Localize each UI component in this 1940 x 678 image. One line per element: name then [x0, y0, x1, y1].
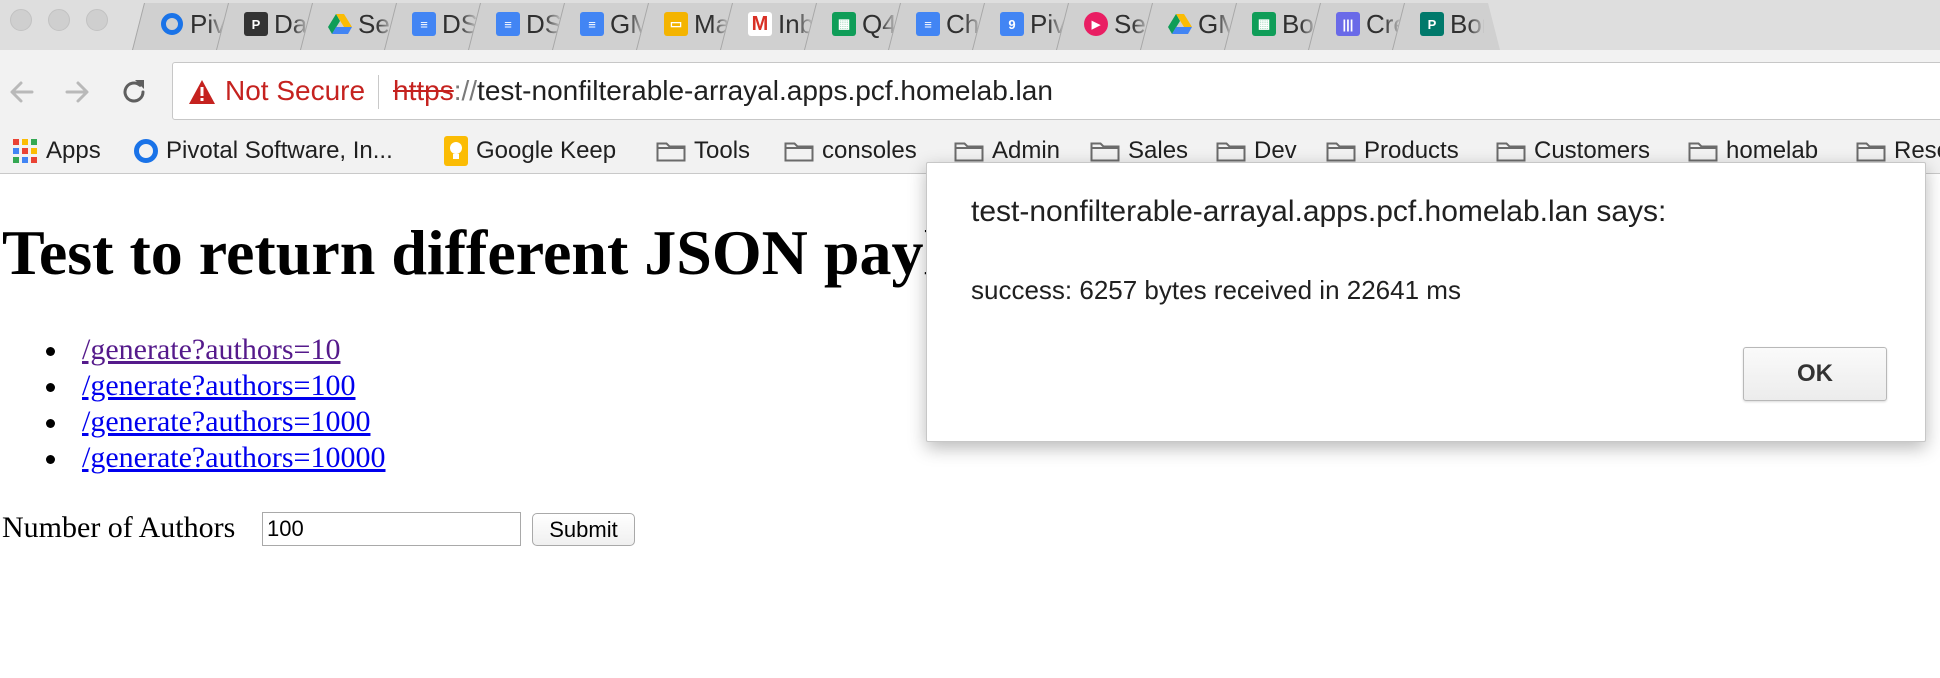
browser-tab[interactable]: PBon [1392, 0, 1500, 50]
folder-icon [1856, 140, 1886, 162]
submit-button[interactable]: Submit [532, 513, 635, 546]
warning-triangle-icon [189, 80, 215, 104]
browser-tab[interactable]: PDas [216, 0, 324, 50]
browser-tab[interactable]: ▦ Q4 [804, 0, 912, 50]
generate-link[interactable]: /generate?authors=100 [82, 368, 355, 404]
google-docs-icon: ≡ [916, 12, 940, 36]
url-text[interactable]: https://test-nonfilterable-arrayal.apps.… [393, 74, 1053, 108]
reload-button[interactable] [114, 72, 154, 112]
window-minimize-button[interactable] [48, 9, 70, 31]
window-close-button[interactable] [10, 9, 32, 31]
generate-link[interactable]: /generate?authors=1000 [82, 404, 370, 440]
ok-button[interactable]: OK [1743, 347, 1887, 401]
arrow-left-icon [10, 81, 34, 103]
tab-strip: PivPDasSea≡DSI≡DS(≡GM▭MaiMInb▦Q4≡Cha9Piv… [0, 0, 1940, 50]
folder-icon [1496, 140, 1526, 162]
dialog-title: test-nonfilterable-arrayal.apps.pcf.home… [971, 195, 1667, 228]
google-sheets-icon: ▦ [1252, 12, 1276, 36]
browser-tab[interactable]: ▦Boc [1224, 0, 1332, 50]
browser-tab[interactable]: Piv [132, 0, 240, 50]
url-separator: :// [453, 75, 478, 106]
browser-toolbar: Not Secure https://test-nonfilterable-ar… [0, 50, 1940, 128]
reload-icon [123, 80, 145, 103]
bookmark-label: Apps [46, 137, 101, 164]
url-host: test-nonfilterable-arrayal.apps.pcf.home… [477, 75, 1053, 106]
pivotal-p-icon: P [1420, 12, 1444, 36]
gmail-icon: M [748, 12, 772, 36]
pivotal-ring-icon [134, 139, 158, 163]
folder-icon [784, 140, 814, 162]
browser-tab[interactable]: Sea [300, 0, 408, 50]
address-divider [378, 75, 379, 109]
google-drive-icon [328, 12, 352, 36]
google-docs-icon: ≡ [580, 12, 604, 36]
generate-link[interactable]: /generate?authors=10 [82, 332, 340, 368]
browser-tab[interactable]: M Inb [720, 0, 828, 50]
pivotal-p-icon: P [244, 12, 268, 36]
google-docs-icon: ≡ [412, 12, 436, 36]
bookmark-label: Tools [694, 137, 751, 164]
google-slides-icon: ▭ [664, 12, 688, 36]
bookmark-label: Google Keep [476, 137, 617, 164]
browser-tab[interactable]: ≡DSI [384, 0, 492, 50]
generate-link[interactable]: /generate?authors=10000 [82, 440, 385, 476]
apps-grid-icon [12, 138, 38, 164]
bookmark-item[interactable]: Apps [12, 128, 101, 174]
browser-tab[interactable]: ≡DS( [468, 0, 576, 50]
tab-title-fade [1468, 9, 1486, 39]
not-secure-label[interactable]: Not Secure [225, 74, 365, 108]
browser-tab[interactable]: GM [1140, 0, 1248, 50]
google-sheets-icon: ▦ [832, 12, 856, 36]
forward-button[interactable] [57, 72, 97, 112]
dialog-message: success: 6257 bytes received in 22641 ms [971, 275, 1461, 305]
folder-icon [1326, 140, 1356, 162]
barcode-icon: ||| [1336, 12, 1360, 36]
bookmark-label: consoles [822, 137, 917, 164]
folder-icon [1216, 140, 1246, 162]
browser-tab[interactable]: |||Cre [1308, 0, 1416, 50]
window-zoom-button[interactable] [86, 9, 108, 31]
browser-tab[interactable]: ▭Mai [636, 0, 744, 50]
bookmark-item[interactable]: consoles [784, 128, 917, 174]
bookmark-item[interactable]: Google Keep [444, 128, 616, 174]
google-calendar-icon: 9 [1000, 12, 1024, 36]
folder-icon [656, 140, 686, 162]
browser-tab[interactable]: 9 Piv [972, 0, 1080, 50]
folder-icon [1688, 140, 1718, 162]
bookmark-item[interactable]: Tools [656, 128, 750, 174]
address-bar[interactable]: Not Secure https://test-nonfilterable-ar… [172, 62, 1940, 120]
browser-tab[interactable]: ≡Cha [888, 0, 996, 50]
browser-tab[interactable]: ▶Sea [1056, 0, 1164, 50]
pivotal-ring-icon [160, 12, 184, 36]
authors-input[interactable] [262, 512, 521, 546]
arrow-right-icon [65, 81, 89, 103]
google-docs-icon: ≡ [496, 12, 520, 36]
alert-dialog: test-nonfilterable-arrayal.apps.pcf.home… [926, 162, 1926, 442]
folder-icon [954, 140, 984, 162]
keep-bulb-icon [444, 136, 468, 166]
tab-list: PivPDasSea≡DSI≡DS(≡GM▭MaiMInb▦Q4≡Cha9Piv… [132, 0, 1500, 50]
url-scheme: https [393, 75, 454, 106]
back-button[interactable] [2, 72, 42, 112]
bookmark-item[interactable]: Pivotal Software, In... [134, 128, 393, 174]
browser-tab[interactable]: ≡GM [552, 0, 660, 50]
authors-label: Number of Authors [2, 511, 236, 544]
google-drive-icon [1168, 12, 1192, 36]
page-title: Test to return different JSON payloads [2, 217, 1066, 288]
bookmark-label: Pivotal Software, In... [166, 137, 393, 164]
play-circle-icon: ▶ [1084, 12, 1108, 36]
folder-icon [1090, 140, 1120, 162]
